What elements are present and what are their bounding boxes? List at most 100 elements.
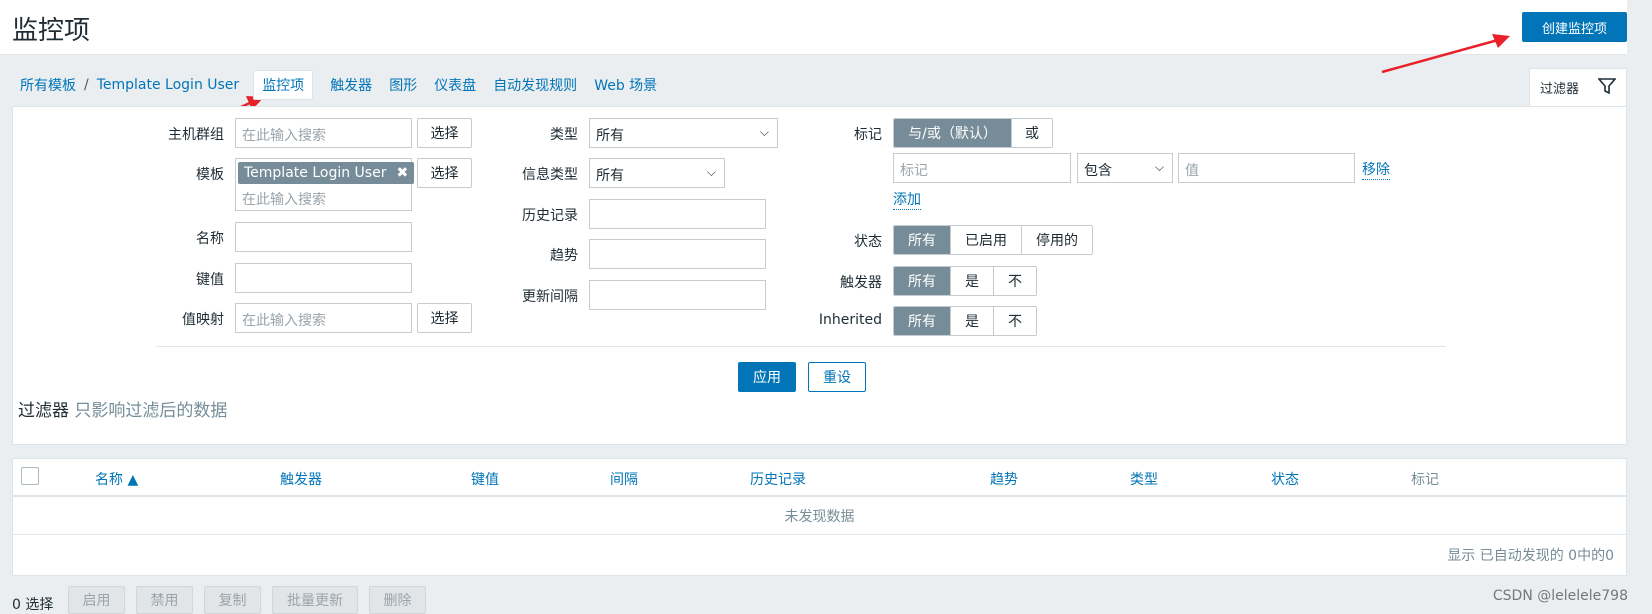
info-type-select[interactable]: 所有 ⌵ (589, 158, 725, 188)
chevron-down-icon: ⌵ (759, 125, 769, 139)
status-label: 状态 (854, 234, 882, 250)
column-trends[interactable]: 趋势 (990, 469, 1018, 489)
info-type-select-value: 所有 (596, 168, 624, 184)
disable-button[interactable]: 禁用 (136, 586, 193, 614)
triggers-all-option[interactable]: 所有 (894, 267, 951, 295)
type-label: 类型 (550, 127, 578, 143)
filter-divider (156, 346, 1446, 347)
filter-tab[interactable]: 过滤器 (1529, 68, 1627, 106)
remove-tag-icon[interactable]: ✖ (396, 165, 408, 181)
template-label: 模板 (196, 167, 224, 183)
inherited-yes-option[interactable]: 是 (951, 307, 994, 335)
history-input[interactable] (589, 199, 766, 229)
inherited-all-option[interactable]: 所有 (894, 307, 951, 335)
copy-button[interactable]: 复制 (204, 586, 261, 614)
tab-dashboards[interactable]: 仪表盘 (434, 75, 476, 95)
breadcrumb-all-templates[interactable]: 所有模板 (20, 75, 76, 95)
watermark: CSDN @lelelele798 (1492, 588, 1628, 604)
tag-remove-link[interactable]: 移除 (1362, 159, 1390, 180)
triggers-toggle: 所有 是 不 (893, 266, 1037, 296)
tab-graphs[interactable]: 图形 (389, 75, 417, 95)
create-item-button[interactable]: 创建监控项 (1522, 12, 1627, 42)
mass-update-button[interactable]: 批量更新 (272, 586, 358, 614)
enable-button[interactable]: 启用 (68, 586, 125, 614)
column-status[interactable]: 状态 (1271, 469, 1299, 489)
name-input[interactable] (235, 222, 412, 252)
nav-bar: 所有模板 / Template Login User 监控项 触发器 图形 仪表… (20, 70, 674, 100)
table-header: 名称 ▲ 触发器 键值 间隔 历史记录 趋势 类型 状态 标记 (13, 459, 1626, 497)
tab-items[interactable]: 监控项 (253, 70, 314, 100)
inherited-no-option[interactable]: 不 (994, 307, 1036, 335)
tags-label: 标记 (854, 127, 882, 143)
chevron-down-icon: ⌵ (706, 165, 716, 179)
key-label: 键值 (196, 272, 224, 288)
update-interval-input[interactable] (589, 280, 766, 310)
column-history[interactable]: 历史记录 (750, 469, 806, 489)
name-label: 名称 (196, 231, 224, 247)
host-group-select-button[interactable]: 选择 (417, 118, 472, 148)
funnel-icon (1598, 78, 1616, 95)
tag-value-input[interactable]: 值 (1178, 153, 1355, 183)
annotation-arrow-create (1381, 34, 1510, 74)
column-type[interactable]: 类型 (1130, 469, 1158, 489)
no-data-row: 未发现数据 (13, 497, 1626, 535)
triggers-no-option[interactable]: 不 (994, 267, 1036, 295)
status-enabled-option[interactable]: 已启用 (951, 226, 1022, 254)
status-disabled-option[interactable]: 停用的 (1022, 226, 1092, 254)
info-type-label: 信息类型 (522, 167, 578, 183)
valuemap-label: 值映射 (182, 312, 224, 328)
tags-evaltype-toggle: 与/或（默认） 或 (893, 118, 1053, 148)
host-group-label: 主机群组 (168, 127, 224, 143)
type-select-value: 所有 (596, 128, 624, 144)
inherited-label: Inherited (818, 312, 882, 328)
filter-tab-label: 过滤器 (1540, 82, 1580, 97)
breadcrumb-separator: / (84, 77, 89, 93)
status-toggle: 所有 已启用 停用的 (893, 225, 1093, 255)
tag-operator-select[interactable]: 包含 ⌵ (1077, 153, 1173, 183)
column-interval[interactable]: 间隔 (610, 469, 638, 489)
triggers-label: 触发器 (840, 275, 882, 291)
trends-label: 趋势 (550, 248, 578, 264)
filter-note-text: 只影响过滤后的数据 (74, 401, 228, 421)
inherited-toggle: 所有 是 不 (893, 306, 1037, 336)
column-triggers[interactable]: 触发器 (280, 469, 322, 489)
valuemap-select-button[interactable]: 选择 (417, 303, 472, 333)
table-footer-info: 显示 已自动发现的 0中的0 (1447, 548, 1614, 564)
trends-input[interactable] (589, 239, 766, 269)
triggers-yes-option[interactable]: 是 (951, 267, 994, 295)
update-interval-label: 更新间隔 (522, 289, 578, 305)
valuemap-input[interactable]: 在此输入搜索 (235, 303, 412, 333)
apply-button[interactable]: 应用 (738, 362, 796, 392)
tab-triggers[interactable]: 触发器 (330, 75, 372, 95)
filter-note-prefix: 过滤器 (18, 401, 69, 421)
column-tags: 标记 (1411, 472, 1439, 488)
template-select-button[interactable]: 选择 (417, 158, 472, 188)
tag-name-input[interactable]: 标记 (893, 153, 1071, 183)
reset-button[interactable]: 重设 (808, 362, 866, 392)
status-all-option[interactable]: 所有 (894, 226, 951, 254)
column-name[interactable]: 名称 ▲ (95, 469, 138, 489)
mass-action-bar: 0 选择 启用 禁用 复制 批量更新 删除 (0, 586, 1627, 614)
breadcrumb-template[interactable]: Template Login User (97, 77, 239, 93)
page-title: 监控项 (12, 16, 91, 46)
selected-count: 0 选择 (12, 597, 54, 613)
key-input[interactable] (235, 263, 412, 293)
tab-discovery-rules[interactable]: 自动发现规则 (493, 75, 577, 95)
delete-button[interactable]: 删除 (369, 586, 426, 614)
tags-and-or-option[interactable]: 与/或（默认） (894, 119, 1012, 147)
tag-operator-value: 包含 (1084, 163, 1112, 179)
template-search-placeholder: 在此输入搜索 (242, 192, 326, 208)
filter-note: 过滤器 只影响过滤后的数据 (18, 396, 227, 421)
chevron-down-icon: ⌵ (1154, 160, 1164, 174)
tags-or-option[interactable]: 或 (1012, 119, 1052, 147)
template-tag: Template Login User ✖ (238, 162, 415, 184)
tab-web-scenarios[interactable]: Web 场景 (594, 75, 657, 95)
items-table: 名称 ▲ 触发器 键值 间隔 历史记录 趋势 类型 状态 标记 未发现数据 显示… (12, 458, 1627, 576)
history-label: 历史记录 (522, 208, 578, 224)
type-select[interactable]: 所有 ⌵ (589, 118, 778, 148)
tag-add-link[interactable]: 添加 (893, 189, 921, 210)
column-key[interactable]: 键值 (471, 469, 499, 489)
template-tag-label: Template Login User (244, 165, 387, 181)
select-all-checkbox[interactable] (21, 467, 39, 485)
host-group-input[interactable]: 在此输入搜索 (235, 118, 412, 148)
